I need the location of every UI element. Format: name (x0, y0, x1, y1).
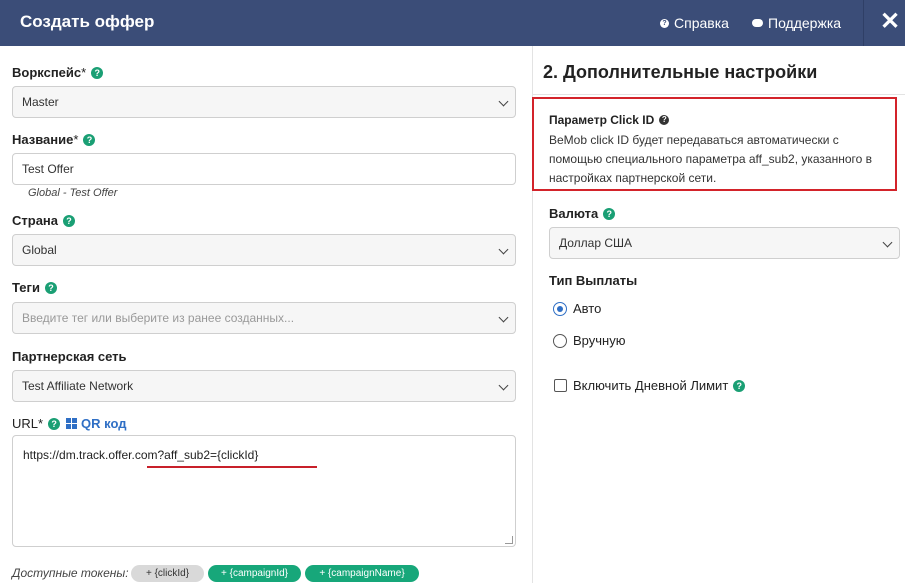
radio-checked-icon (553, 301, 567, 316)
workspace-label: Воркспейс * ? (12, 65, 104, 80)
url-textarea[interactable]: https://dm.track.offer.com?aff_sub2={cli… (12, 435, 516, 547)
checkbox-icon (554, 379, 567, 392)
question-circle-icon[interactable]: ? (659, 115, 670, 125)
chevron-down-icon (498, 244, 509, 255)
tags-placeholder: Введите тег или выберите из ранее создан… (22, 311, 295, 325)
question-circle-icon[interactable]: ? (603, 207, 616, 220)
url-label-text: URL (12, 416, 39, 431)
question-circle-icon[interactable]: ? (63, 214, 76, 227)
question-circle-icon[interactable]: ? (83, 133, 96, 146)
workspace-value: Master (22, 95, 59, 109)
daily-limit-checkbox[interactable]: Включить Дневной Лимит ? (554, 378, 746, 393)
click-id-description: BeMob click ID будет передаваться автома… (549, 133, 873, 185)
qr-code-label: QR код (81, 416, 127, 431)
token-campaignname[interactable]: + {campaignName} (305, 565, 419, 582)
network-label-text: Партнерская сеть (12, 349, 127, 364)
chat-bubble-icon (752, 19, 763, 27)
tokens-label: Доступные токены: (12, 566, 129, 580)
name-label: Название * ? (12, 132, 96, 147)
click-id-title: Параметр Click ID ? (549, 113, 670, 127)
workspace-label-text: Воркспейс (12, 65, 82, 80)
country-label-text: Страна (12, 213, 59, 228)
tags-label: Теги ? (12, 280, 57, 295)
question-circle-icon[interactable]: ? (733, 379, 746, 392)
url-value: https://dm.track.offer.com?aff_sub2={cli… (23, 448, 259, 462)
name-value: Test Offer (22, 162, 74, 176)
currency-label-text: Валюта (549, 206, 599, 221)
country-select[interactable]: Global (12, 234, 516, 266)
tags-label-text: Теги (12, 280, 40, 295)
chevron-down-icon (498, 380, 509, 391)
payout-label-text: Тип Выплаты (549, 273, 638, 288)
required-mark: * (81, 65, 87, 80)
qr-code-link[interactable]: QR код (66, 416, 126, 431)
network-value: Test Affiliate Network (22, 379, 134, 393)
radio-unchecked-icon (553, 333, 567, 348)
name-hint: Global - Test Offer (28, 187, 118, 199)
payout-auto-label: Авто (573, 301, 602, 316)
network-select[interactable]: Test Affiliate Network (12, 370, 516, 402)
currency-label: Валюта ? (549, 206, 616, 221)
country-label: Страна ? (12, 213, 76, 228)
chevron-down-icon (882, 237, 893, 248)
resize-handle[interactable] (505, 536, 513, 544)
close-icon[interactable]: ✕ (880, 10, 900, 34)
currency-select[interactable]: Доллар США (549, 227, 900, 259)
qr-code-icon (66, 418, 77, 429)
name-input[interactable]: Test Offer (12, 153, 516, 185)
question-circle-icon[interactable]: ? (91, 66, 104, 79)
payout-manual-label: Вручную (573, 333, 626, 348)
workspace-select[interactable]: Master (12, 86, 516, 118)
payout-manual-radio[interactable]: Вручную (553, 333, 625, 348)
payout-label: Тип Выплаты (549, 273, 637, 288)
help-label: Справка (674, 15, 729, 31)
currency-value: Доллар США (559, 236, 633, 250)
required-mark: * (73, 132, 79, 147)
country-value: Global (22, 243, 57, 257)
payout-auto-radio[interactable]: Авто (553, 301, 601, 316)
section-divider (533, 94, 905, 95)
section-title: 2. Дополнительные настройки (543, 62, 818, 82)
name-label-text: Название (12, 132, 74, 147)
chevron-down-icon (498, 96, 509, 107)
support-link[interactable]: Поддержка (752, 15, 841, 31)
question-circle-icon[interactable]: ? (48, 417, 61, 430)
click-id-title-text: Параметр Click ID (549, 113, 655, 127)
url-label: URL * ? (12, 416, 61, 431)
daily-limit-label: Включить Дневной Лимит (573, 378, 729, 393)
help-link[interactable]: ? Справка (660, 15, 729, 31)
question-circle-icon: ? (660, 18, 669, 28)
support-label: Поддержка (768, 15, 842, 31)
modal-title: Создать оффер (20, 12, 155, 31)
chevron-down-icon (498, 312, 509, 323)
tags-select[interactable]: Введите тег или выберите из ранее создан… (12, 302, 516, 334)
token-clickid[interactable]: + {clickId} (131, 565, 204, 582)
network-label: Партнерская сеть (12, 349, 127, 364)
token-campaignid[interactable]: + {campaignId} (208, 565, 301, 582)
question-circle-icon[interactable]: ? (44, 281, 57, 294)
highlight-underline (147, 466, 317, 468)
required-mark: * (38, 416, 44, 431)
